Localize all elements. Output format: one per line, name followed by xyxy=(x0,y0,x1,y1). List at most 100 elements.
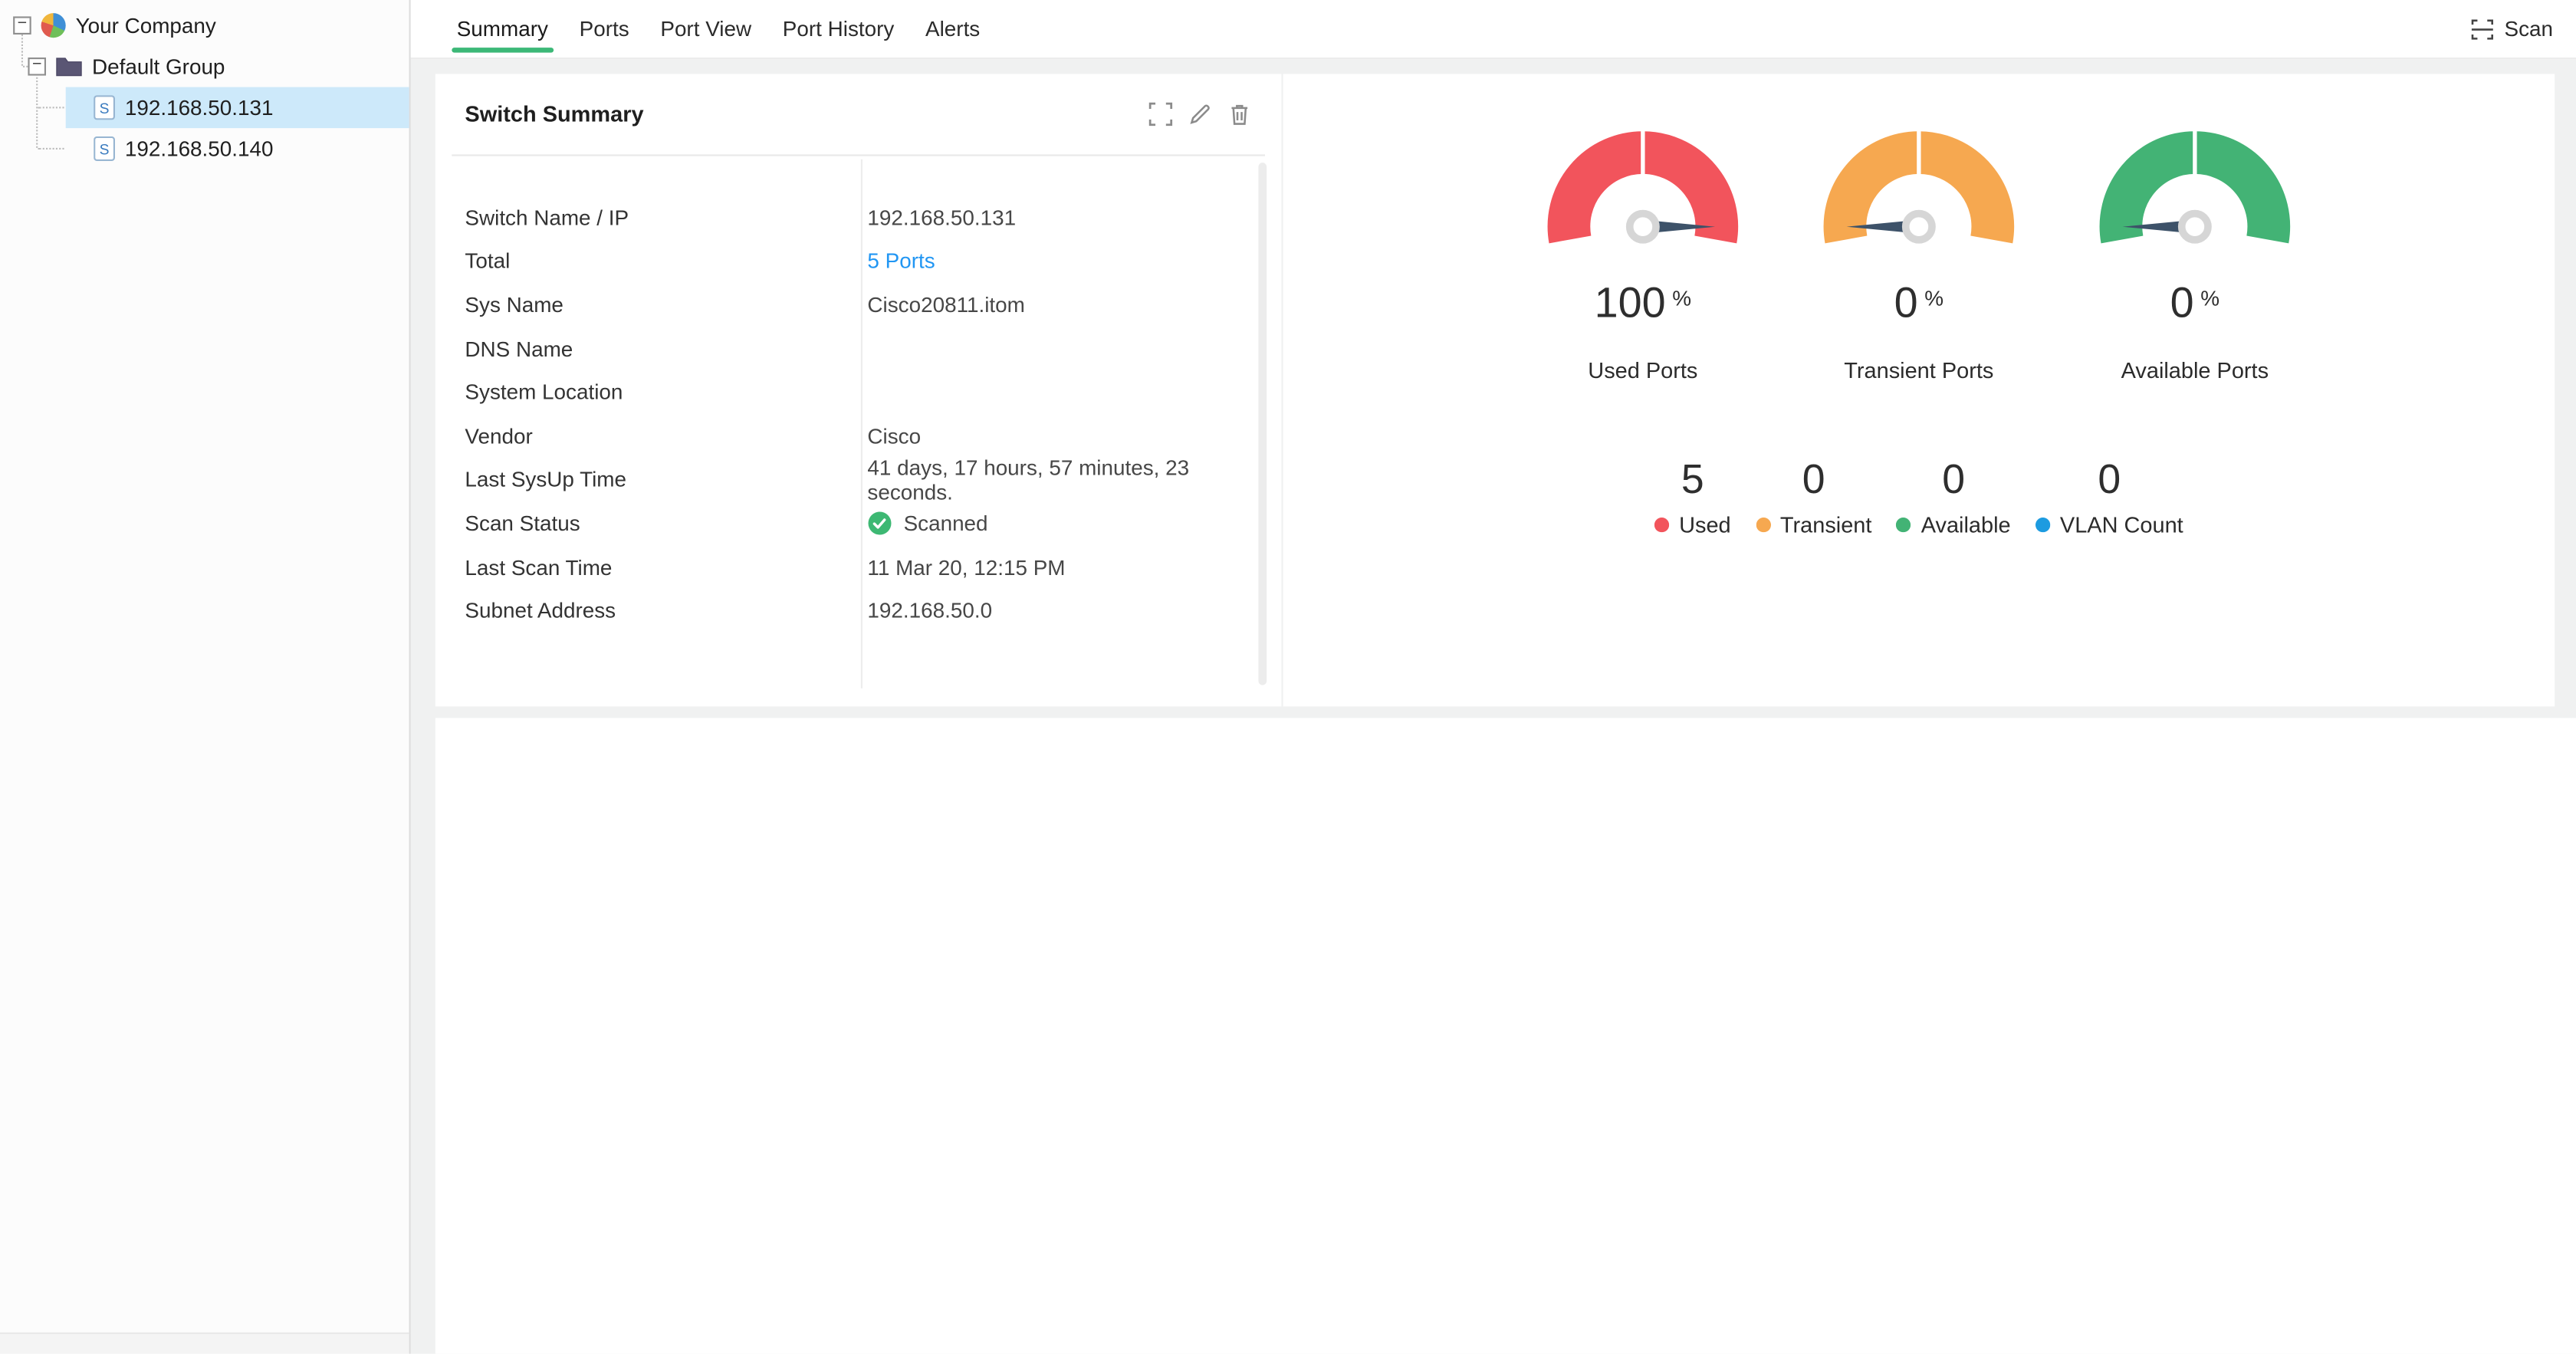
gauge-transient-ports: 0% Transient Ports xyxy=(1796,128,2042,383)
legend-count: 0 xyxy=(1897,457,2011,503)
summary-row-label: Scan Status xyxy=(465,511,867,535)
summary-row-label: DNS Name xyxy=(465,336,867,360)
scanned-check-icon xyxy=(867,511,892,535)
summary-row: Scan Status Scanned xyxy=(435,501,1282,545)
tree-collapse-toggle-company[interactable] xyxy=(13,16,31,35)
scan-status-text: Scanned xyxy=(904,511,988,535)
tree-item-default-group[interactable]: Default Group xyxy=(0,46,409,87)
summary-row-label: Subnet Address xyxy=(465,598,867,623)
edit-icon[interactable] xyxy=(1188,102,1212,127)
summary-row: Total 5 Ports xyxy=(435,239,1282,283)
card-actions xyxy=(1148,102,1252,127)
summary-row: System Location xyxy=(435,370,1282,414)
tree-connector xyxy=(23,66,28,67)
tree-item-label: 192.168.50.131 xyxy=(125,95,274,120)
summary-row-value: 11 Mar 20, 12:15 PM xyxy=(867,554,1281,579)
summary-row: Vendor Cisco xyxy=(435,414,1282,458)
gauge-used-ports: 100% Used Ports xyxy=(1520,128,1766,383)
tree-connector xyxy=(38,107,64,108)
expand-icon[interactable] xyxy=(1148,102,1173,127)
gauge-chart xyxy=(2080,128,2310,250)
legend-label: Available xyxy=(1921,513,2011,537)
gauge-label: Transient Ports xyxy=(1796,358,2042,383)
tab-port-history[interactable]: Port History xyxy=(783,0,895,58)
ports-gauge-panel: 100% Used Ports 0% Transient Ports xyxy=(1283,74,2555,706)
summary-row-value: 41 days, 17 hours, 57 minutes, 23 second… xyxy=(867,455,1281,504)
tree-connector xyxy=(36,77,38,148)
svg-text:S: S xyxy=(100,101,110,117)
scan-icon xyxy=(2472,18,2495,41)
summary-row-value: Cisco20811.itom xyxy=(867,292,1281,317)
tab-bar: Summary Ports Port View Port History Ale… xyxy=(411,0,981,58)
tree-collapse-toggle-group[interactable] xyxy=(28,58,46,76)
scan-status-value: Scanned xyxy=(867,511,1281,535)
tab-port-view[interactable]: Port View xyxy=(660,0,751,58)
legend-item-transient: 0 Transient xyxy=(1756,457,1872,537)
gauge-label: Used Ports xyxy=(1520,358,1766,383)
column-divider xyxy=(861,159,863,689)
gauge-value: 100% xyxy=(1520,278,1766,335)
gauge-hub xyxy=(2182,214,2208,240)
legend-item-available: 0 Available xyxy=(1897,457,2011,537)
legend-label: Transient xyxy=(1780,513,1872,537)
legend-item-used: 5 Used xyxy=(1654,457,1731,537)
legend-count: 5 xyxy=(1654,457,1731,503)
switch-icon: S xyxy=(94,136,115,161)
summary-row-label: Vendor xyxy=(465,423,867,448)
card-vertical-scrollbar[interactable] xyxy=(1258,163,1267,685)
ports-legend: 5 Used 0 Transient 0 xyxy=(1283,457,2555,537)
legend-count: 0 xyxy=(1756,457,1872,503)
scan-button[interactable]: Scan xyxy=(2472,16,2553,41)
tree-item-label: 192.168.50.140 xyxy=(125,136,274,161)
delete-icon[interactable] xyxy=(1227,102,1252,127)
summary-row-label: Last SysUp Time xyxy=(465,467,867,491)
tree-connector xyxy=(21,35,23,66)
gauge-chart xyxy=(1804,128,2034,250)
tab-ports[interactable]: Ports xyxy=(580,0,629,58)
summary-row: DNS Name xyxy=(435,327,1282,370)
tab-alerts[interactable]: Alerts xyxy=(925,0,980,58)
scan-button-label: Scan xyxy=(2504,16,2553,41)
tab-summary[interactable]: Summary xyxy=(457,0,548,58)
tree-item-label: Your Company xyxy=(76,13,216,38)
gauge-chart xyxy=(1528,128,1758,250)
legend-count: 0 xyxy=(2036,457,2183,503)
gauges-row: 100% Used Ports 0% Transient Ports xyxy=(1283,74,2555,383)
gauge-value: 0% xyxy=(2072,278,2318,335)
gauge-hub xyxy=(1906,214,1932,240)
company-icon xyxy=(41,13,66,38)
scale-wrap: Your Company Default Group S 192.168.50.… xyxy=(0,0,2576,1354)
tree-item-device-131[interactable]: S 192.168.50.131 xyxy=(66,87,409,129)
card-body: Switch Name / IP 192.168.50.131 Total 5 … xyxy=(435,156,1282,633)
total-ports-link[interactable]: 5 Ports xyxy=(867,248,1281,273)
legend-label: Used xyxy=(1679,513,1731,537)
summary-row: Last SysUp Time 41 days, 17 hours, 57 mi… xyxy=(435,458,1282,501)
topbar: Summary Ports Port View Port History Ale… xyxy=(411,0,2576,59)
tree-item-device-140[interactable]: S 192.168.50.140 xyxy=(66,128,409,169)
card-header: Switch Summary xyxy=(452,74,1265,156)
app-root: Your Company Default Group S 192.168.50.… xyxy=(0,0,2576,1354)
legend-dot-transient xyxy=(1756,518,1770,532)
summary-row: Subnet Address 192.168.50.0 xyxy=(435,589,1282,633)
switch-summary-card: Switch Summary xyxy=(435,74,1282,706)
legend-dot-used xyxy=(1654,518,1669,532)
gauge-label: Available Ports xyxy=(2072,358,2318,383)
svg-text:S: S xyxy=(100,142,110,158)
summary-row-value: 192.168.50.131 xyxy=(867,205,1281,229)
legend-dot-available xyxy=(1897,518,1911,532)
sidebar-horizontal-scrollbar[interactable] xyxy=(0,1333,409,1354)
tree-item-label: Default Group xyxy=(92,54,225,79)
summary-row-label: System Location xyxy=(465,380,867,404)
bottom-panel xyxy=(435,718,2576,1353)
legend-label: VLAN Count xyxy=(2060,513,2183,537)
summary-row-label: Last Scan Time xyxy=(465,554,867,579)
summary-row: Sys Name Cisco20811.itom xyxy=(435,283,1282,327)
summary-row-label: Total xyxy=(465,248,867,273)
tree-connector xyxy=(38,148,64,150)
tree-item-company[interactable]: Your Company xyxy=(0,5,409,46)
switch-icon: S xyxy=(94,95,115,120)
sidebar: Your Company Default Group S 192.168.50.… xyxy=(0,0,411,1354)
legend-dot-vlan xyxy=(2036,518,2050,532)
gauge-value: 0% xyxy=(1796,278,2042,335)
gauge-available-ports: 0% Available Ports xyxy=(2072,128,2318,383)
